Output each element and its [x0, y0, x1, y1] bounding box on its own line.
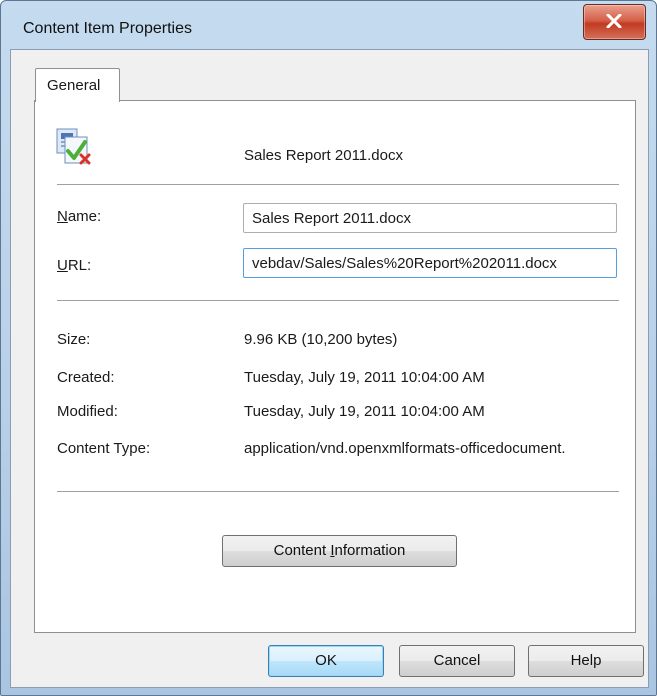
close-button[interactable]	[583, 4, 646, 40]
ok-button[interactable]: OK	[268, 645, 384, 677]
separator	[57, 184, 619, 185]
content-information-label-pre: Content	[273, 542, 331, 559]
url-input[interactable]	[244, 249, 616, 277]
created-label: Created:	[57, 369, 115, 386]
name-field[interactable]	[243, 203, 617, 233]
size-value: 9.96 KB (10,200 bytes)	[244, 331, 398, 348]
content-type-value: application/vnd.openxmlformats-officedoc…	[244, 440, 566, 457]
window-title: Content Item Properties	[23, 20, 192, 37]
title-bar[interactable]: Content Item Properties	[1, 1, 656, 49]
content-information-button[interactable]: Content Information	[222, 535, 457, 567]
tab-general[interactable]: General	[35, 68, 120, 102]
url-field[interactable]	[243, 248, 617, 278]
url-label-access-key: U	[57, 257, 68, 274]
dialog-client-area: General Sales Report 2011.docx Name: URL…	[10, 49, 649, 688]
name-label: Name:	[57, 208, 101, 225]
name-input[interactable]	[244, 204, 616, 232]
cancel-button[interactable]: Cancel	[399, 645, 515, 677]
url-label: URL:	[57, 257, 91, 274]
close-icon	[606, 14, 622, 28]
modified-label: Modified:	[57, 403, 118, 420]
header-file-name: Sales Report 2011.docx	[244, 147, 403, 164]
created-value: Tuesday, July 19, 2011 10:04:00 AM	[244, 369, 485, 386]
separator	[57, 491, 619, 492]
size-label: Size:	[57, 331, 91, 348]
properties-dialog: Content Item Properties General Sales Re…	[0, 0, 657, 696]
content-type-label: Content Type:	[57, 440, 151, 457]
url-label-text: RL:	[67, 257, 92, 274]
tab-general-label: General	[47, 77, 101, 94]
word-document-icon	[56, 128, 91, 165]
help-button[interactable]: Help	[528, 645, 644, 677]
content-information-label-post: nformation	[334, 542, 406, 559]
name-label-text: ame:	[67, 208, 102, 225]
modified-value: Tuesday, July 19, 2011 10:04:00 AM	[244, 403, 485, 420]
separator	[57, 300, 619, 301]
name-label-access-key: N	[57, 208, 68, 225]
